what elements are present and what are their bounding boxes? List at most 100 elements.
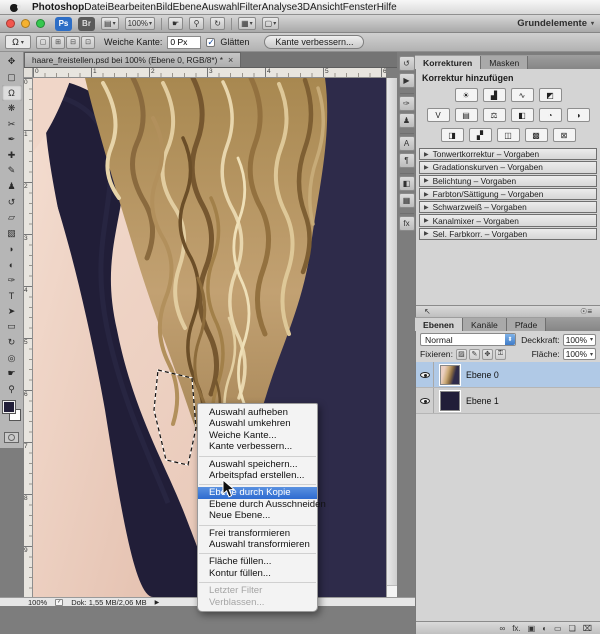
panel-tab[interactable]: Ebenen: [415, 318, 463, 331]
Ebene 1[interactable]: Ebene 1: [416, 388, 600, 414]
tool-preset-picker[interactable]: Ω▾: [5, 35, 31, 49]
layer-mask-icon[interactable]: ▣: [528, 624, 536, 633]
ruler-corner[interactable]: [24, 68, 33, 78]
dock-separator[interactable]: [400, 130, 414, 134]
disclosure-triangle-icon[interactable]: ▶: [424, 217, 429, 224]
layer-style-icon[interactable]: fx.: [512, 624, 520, 633]
disclosure-triangle-icon[interactable]: ▶: [424, 204, 429, 211]
menu-item[interactable]: Ebene: [173, 2, 202, 13]
menu-item[interactable]: Filter: [239, 2, 261, 13]
window-close-button[interactable]: [6, 19, 15, 28]
move-tool[interactable]: ✥: [2, 54, 22, 70]
menu-item[interactable]: Hilfe: [377, 2, 397, 13]
foreground-color-swatch[interactable]: [3, 401, 15, 413]
context-menu-item[interactable]: Kontur füllen...: [198, 568, 317, 579]
disclosure-triangle-icon[interactable]: ▶: [424, 151, 429, 158]
dodge-tool[interactable]: ◐: [2, 257, 22, 273]
preset-group[interactable]: ▶Farbton/Sättigung – Vorgaben: [419, 188, 597, 200]
subtract-selection-mode[interactable]: ⊟: [66, 36, 80, 49]
context-menu-item[interactable]: Auswahl aufheben: [198, 407, 317, 418]
layer-thumbnail[interactable]: [440, 365, 460, 385]
context-menu-item[interactable]: Auswahl speichern...: [198, 459, 317, 470]
apple-logo-icon[interactable]: [10, 2, 19, 12]
blend-mode-select[interactable]: Normal⬍: [420, 333, 516, 346]
color-balance-icon[interactable]: ⚖: [483, 108, 506, 122]
preset-group[interactable]: ▶Kanalmixer – Vorgaben: [419, 214, 597, 226]
layer-visibility-toggle[interactable]: [416, 388, 434, 413]
dock-separator[interactable]: [400, 210, 414, 214]
link-layers-icon[interactable]: ∞: [499, 624, 505, 633]
context-menu-item[interactable]: Neue Ebene...: [198, 510, 317, 521]
menu-item[interactable]: Fenster: [343, 2, 377, 13]
context-menu-item[interactable]: Auswahl transformieren: [198, 539, 317, 550]
clone-stamp-tool[interactable]: ♟: [2, 179, 22, 195]
disclosure-triangle-icon[interactable]: ▶: [424, 230, 429, 237]
menu-item[interactable]: 3D: [297, 2, 310, 13]
context-menu-item[interactable]: Letzter Filter: [198, 585, 317, 596]
brush-tool[interactable]: ✎: [2, 163, 22, 179]
paragraph-panel-icon[interactable]: ¶: [399, 153, 415, 168]
view-extras-button[interactable]: ▤▾: [101, 17, 119, 30]
context-menu-item[interactable]: [198, 550, 317, 556]
Ebene 0[interactable]: Ebene 0: [416, 362, 600, 388]
clone-source-panel-icon[interactable]: ♟: [399, 113, 415, 128]
expand-panel-icon[interactable]: ↖: [424, 307, 431, 316]
threshold-icon[interactable]: ◫: [497, 128, 520, 142]
preset-group[interactable]: ▶Sel. Farbkorr. – Vorgaben: [419, 228, 597, 240]
posterize-icon[interactable]: ▞: [469, 128, 492, 142]
vibrance-icon[interactable]: V: [427, 108, 450, 122]
delete-layer-icon[interactable]: ⌧: [583, 624, 592, 633]
intersect-selection-mode[interactable]: ⊡: [81, 36, 95, 49]
context-menu-item[interactable]: Kante verbessern...: [198, 441, 317, 452]
disclosure-triangle-icon[interactable]: ▶: [424, 164, 429, 171]
disclosure-triangle-icon[interactable]: ▶: [424, 177, 429, 184]
quick-selection-tool[interactable]: ❋: [2, 101, 22, 117]
swatches-panel-icon[interactable]: ▦: [399, 193, 415, 208]
pen-tool[interactable]: ✑: [2, 272, 22, 288]
layer-name[interactable]: Ebene 1: [466, 396, 499, 406]
layer-name[interactable]: Ebene 0: [466, 370, 499, 380]
history-brush-tool[interactable]: ↺: [2, 194, 22, 210]
quick-mask-button[interactable]: [4, 432, 19, 443]
black-white-icon[interactable]: ◧: [511, 108, 534, 122]
window-zoom-button[interactable]: [36, 19, 45, 28]
context-menu-item[interactable]: Verblassen...: [198, 597, 317, 608]
panel-tab[interactable]: Korrekturen: [415, 56, 481, 69]
selective-color-icon[interactable]: ⊠: [553, 128, 576, 142]
context-menu-item[interactable]: Weiche Kante...: [198, 430, 317, 441]
context-menu-item[interactable]: Ebene durch Kopie: [198, 487, 317, 498]
context-menu-item[interactable]: Frei transformieren: [198, 528, 317, 539]
gradient-tool[interactable]: ▧: [2, 226, 22, 242]
curves-icon[interactable]: ∿: [511, 88, 534, 102]
opacity-input[interactable]: 100%▾: [563, 334, 596, 346]
menu-item[interactable]: Auswahl: [202, 2, 240, 13]
status-menu-arrow-icon[interactable]: ▶: [155, 599, 160, 606]
menu-item[interactable]: Analyse: [262, 2, 298, 13]
horizontal-ruler[interactable]: 0123456: [33, 68, 386, 78]
feather-input[interactable]: [167, 36, 201, 49]
marquee-tool[interactable]: ▢: [2, 70, 22, 86]
blur-tool[interactable]: ◗: [2, 241, 22, 257]
adjustment-layer-icon[interactable]: ◐: [542, 624, 547, 633]
add-selection-mode[interactable]: ⊞: [51, 36, 65, 49]
character-panel-icon[interactable]: A: [399, 136, 415, 151]
arrange-documents-dropdown[interactable]: ▦▾: [238, 17, 256, 30]
menu-item[interactable]: Bild: [156, 2, 173, 13]
zoom-level-dropdown[interactable]: 100%▾: [125, 17, 155, 30]
menu-item[interactable]: Bearbeiten: [108, 2, 156, 13]
lock-transparency-icon[interactable]: ▨: [456, 349, 467, 360]
vertical-ruler[interactable]: 0123456789: [24, 78, 33, 597]
canvas-vertical-scrollbar[interactable]: [386, 78, 397, 597]
shape-tool[interactable]: ▭: [2, 319, 22, 335]
menu-item[interactable]: Datei: [84, 2, 107, 13]
panel-tab[interactable]: Pfade: [507, 318, 546, 331]
panel-tab[interactable]: Masken: [481, 56, 528, 69]
layer-group-icon[interactable]: ▭: [554, 624, 562, 633]
3d-orbit-tool[interactable]: ◎: [2, 350, 22, 366]
type-tool[interactable]: T: [2, 288, 22, 304]
eyedropper-tool[interactable]: ✒: [2, 132, 22, 148]
context-menu-item[interactable]: Auswahl umkehren: [198, 418, 317, 429]
disclosure-triangle-icon[interactable]: ▶: [424, 191, 429, 198]
context-menu-item[interactable]: Ebene durch Ausschneiden: [198, 499, 317, 510]
path-selection-tool[interactable]: ➤: [2, 304, 22, 320]
